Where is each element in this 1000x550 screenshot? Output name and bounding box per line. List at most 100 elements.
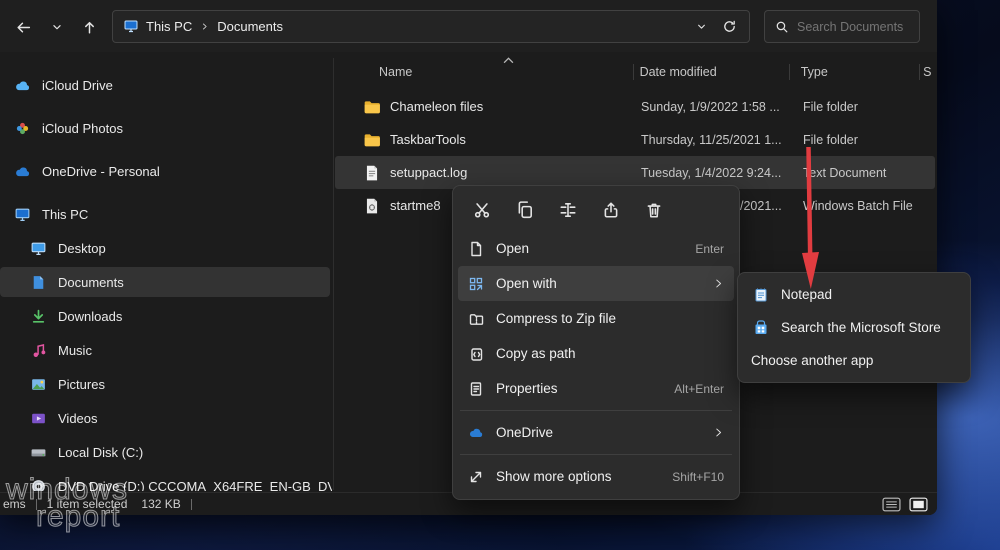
address-dropdown-button[interactable] xyxy=(695,20,708,33)
file-date: Tuesday, 1/4/2022 9:24... xyxy=(641,165,782,180)
file-row-chameleon-files[interactable]: Chameleon files Sunday, 1/9/2022 1:58 ..… xyxy=(335,90,935,123)
column-header-type[interactable]: Type xyxy=(788,65,917,79)
submenu-item-label: Search the Microsoft Store xyxy=(781,320,941,335)
submenu-item-choose-another-app[interactable]: Choose another app xyxy=(743,344,965,377)
menu-item-show-more-options[interactable]: Show more options Shift+F10 xyxy=(458,459,734,494)
watermark-line: report xyxy=(35,500,121,533)
annotation-arrow xyxy=(795,141,825,293)
column-separator[interactable] xyxy=(919,64,920,80)
breadcrumb-documents[interactable]: Documents xyxy=(211,19,289,34)
documents-icon xyxy=(30,274,47,291)
menu-item-label: Open xyxy=(496,241,530,256)
address-bar[interactable]: This PC Documents xyxy=(112,10,750,43)
copy-button[interactable] xyxy=(503,194,546,226)
sidebar-item-label: Videos xyxy=(58,410,98,426)
submenu-item-label: Choose another app xyxy=(751,353,874,368)
copy-path-icon xyxy=(466,345,486,363)
share-icon xyxy=(602,201,620,219)
open-with-submenu: Notepad Search the Microsoft Store Choos… xyxy=(737,272,971,383)
file-name: TaskbarTools xyxy=(390,132,466,147)
submenu-item-notepad[interactable]: Notepad xyxy=(743,278,965,311)
file-name: setuppact.log xyxy=(390,165,468,180)
cut-button[interactable] xyxy=(460,194,503,226)
column-separator[interactable] xyxy=(789,64,790,80)
up-arrow-icon xyxy=(81,19,98,36)
quick-actions-row xyxy=(458,191,734,229)
sidebar-item-onedrive[interactable]: OneDrive - Personal xyxy=(0,156,330,186)
menu-shortcut: Alt+Enter xyxy=(674,381,724,396)
rename-button[interactable] xyxy=(546,194,589,226)
status-divider xyxy=(190,498,192,510)
sort-ascending-icon xyxy=(503,57,514,64)
desktop-icon xyxy=(30,240,47,257)
menu-item-label: Compress to Zip file xyxy=(496,311,617,326)
chevron-right-icon xyxy=(200,22,209,31)
menu-item-copy-as-path[interactable]: Copy as path xyxy=(458,336,734,371)
cut-icon xyxy=(473,201,491,219)
sidebar-item-pictures[interactable]: Pictures xyxy=(0,369,330,399)
more-options-icon xyxy=(466,468,486,486)
menu-item-label: Open with xyxy=(496,276,557,291)
details-view-button[interactable] xyxy=(880,496,902,513)
folder-icon xyxy=(363,98,381,116)
batch-file-icon xyxy=(363,197,381,215)
onedrive-icon xyxy=(14,163,31,180)
refresh-button[interactable] xyxy=(722,19,737,34)
this-pc-icon xyxy=(14,206,31,223)
chevron-down-icon xyxy=(50,20,64,34)
column-separator[interactable] xyxy=(633,64,634,80)
delete-button[interactable] xyxy=(632,194,675,226)
sidebar-item-music[interactable]: Music xyxy=(0,335,330,365)
menu-item-open-with[interactable]: Open with xyxy=(458,266,734,301)
menu-shortcut: Shift+F10 xyxy=(672,469,724,484)
menu-item-properties[interactable]: Properties Alt+Enter xyxy=(458,371,734,406)
sidebar-item-label: This PC xyxy=(42,206,89,222)
microsoft-store-icon xyxy=(751,319,771,337)
file-date: Sunday, 1/9/2022 1:58 ... xyxy=(641,99,780,114)
search-box[interactable] xyxy=(764,10,920,43)
file-name: Chameleon files xyxy=(390,99,484,114)
file-type: File folder xyxy=(803,99,858,114)
sidebar-item-local-disk-c[interactable]: Local Disk (C:) xyxy=(0,437,330,467)
menu-separator xyxy=(460,454,732,455)
navigation-pane: iCloud Drive iCloud Photos OneDrive - Pe… xyxy=(0,70,332,491)
submenu-item-search-microsoft-store[interactable]: Search the Microsoft Store xyxy=(743,311,965,344)
menu-item-onedrive[interactable]: OneDrive xyxy=(458,415,734,450)
large-icons-view-button[interactable] xyxy=(907,496,929,513)
menu-item-compress-to-zip[interactable]: Compress to Zip file xyxy=(458,301,734,336)
toolbar: This PC Documents xyxy=(0,0,937,52)
menu-item-open[interactable]: Open Enter xyxy=(458,231,734,266)
back-button[interactable] xyxy=(10,14,36,40)
sidebar-item-label: iCloud Photos xyxy=(42,120,123,136)
rename-icon xyxy=(559,201,577,219)
menu-item-label: OneDrive xyxy=(496,425,554,440)
column-header-name[interactable]: Name xyxy=(335,65,634,79)
sidebar-item-icloud-photos[interactable]: iCloud Photos xyxy=(0,113,330,143)
file-row-taskbartools[interactable]: TaskbarTools Thursday, 11/25/2021 1... F… xyxy=(335,123,935,156)
column-header-date-modified[interactable]: Date modified xyxy=(634,65,788,79)
menu-item-label: Show more options xyxy=(496,469,612,484)
sidebar-item-desktop[interactable]: Desktop xyxy=(0,233,330,263)
menu-separator xyxy=(460,410,732,411)
sidebar-item-this-pc[interactable]: This PC xyxy=(0,199,330,229)
context-menu: Open Enter Open with Compress to Zip fil… xyxy=(452,185,740,500)
sidebar-item-label: iCloud Drive xyxy=(42,77,113,93)
copy-icon xyxy=(516,201,534,219)
menu-item-label: Properties xyxy=(496,381,558,396)
breadcrumb-this-pc[interactable]: This PC xyxy=(140,19,198,34)
sidebar-item-videos[interactable]: Videos xyxy=(0,403,330,433)
up-button[interactable] xyxy=(76,14,102,40)
icloud-photos-icon xyxy=(14,120,31,137)
share-button[interactable] xyxy=(589,194,632,226)
sidebar-item-label: Downloads xyxy=(58,308,123,324)
column-header-size[interactable]: S xyxy=(917,65,937,79)
sidebar-item-documents[interactable]: Documents xyxy=(0,267,330,297)
watermark-line: windows xyxy=(5,473,129,506)
submenu-chevron-icon xyxy=(713,427,724,438)
notepad-icon xyxy=(751,286,771,304)
sidebar-item-downloads[interactable]: Downloads xyxy=(0,301,330,331)
search-input[interactable] xyxy=(797,19,907,34)
sidebar-item-icloud-drive[interactable]: iCloud Drive xyxy=(0,70,330,100)
delete-icon xyxy=(645,201,663,219)
recent-locations-button[interactable] xyxy=(44,14,70,40)
